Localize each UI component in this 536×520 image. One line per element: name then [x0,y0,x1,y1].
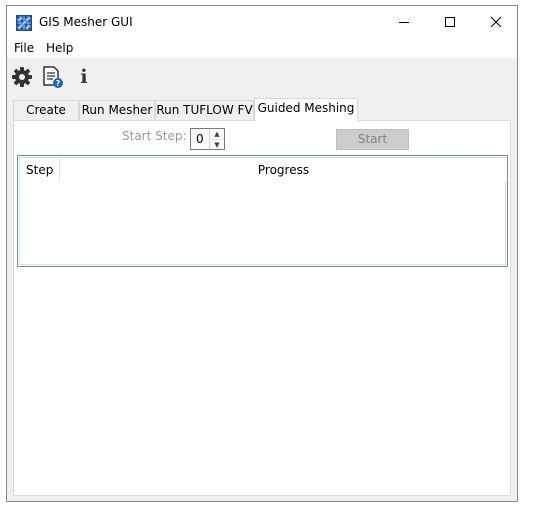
start-step-label: Start Step: [122,129,187,143]
guided-meshing-panel: Start Step: 0 ▲ ▼ Start Step Progress [13,120,511,496]
tab-label: Run TUFLOW FV [156,103,253,117]
start-step-value: 0 [196,132,204,146]
tab-label: Guided Meshing [257,101,355,115]
app-icon [16,15,32,31]
spin-buttons: ▲ ▼ [209,129,224,149]
title-bar[interactable]: GIS Mesher GUI [7,6,517,38]
settings-button[interactable] [10,65,34,89]
document-help-icon: ? [43,66,63,88]
chevron-down-icon: ▼ [214,141,220,149]
minimize-icon [399,22,409,23]
close-button[interactable] [473,6,519,38]
maximize-button[interactable] [427,6,473,38]
minimize-button[interactable] [381,6,427,38]
gear-icon [12,67,32,87]
tab-run-mesher[interactable]: Run Mesher [79,100,155,120]
info-icon: i [80,66,88,88]
spin-down-button[interactable]: ▼ [210,139,224,150]
toolbar: ? i [7,58,517,94]
svg-text:?: ? [56,79,61,88]
main-window: GIS Mesher GUI File Help ? i Create Run … [6,5,518,502]
about-button[interactable]: i [72,65,96,89]
help-document-button[interactable]: ? [41,65,65,89]
tab-run-tuflow-fv[interactable]: Run TUFLOW FV [155,100,254,120]
chevron-up-icon: ▲ [214,130,220,138]
tab-label: Run Mesher [81,103,153,117]
tab-create-gis[interactable]: Create GIS [13,100,79,136]
column-header-progress[interactable]: Progress [61,158,506,182]
progress-table-body: Step Progress [19,157,506,265]
menu-help[interactable]: Help [46,41,73,55]
window-title: GIS Mesher GUI [39,15,133,29]
menu-bar: File Help [7,38,517,58]
spin-up-button[interactable]: ▲ [210,129,224,139]
close-icon [491,17,501,27]
progress-table[interactable]: Step Progress [17,155,508,267]
start-step-spinbox[interactable]: 0 ▲ ▼ [190,128,225,150]
maximize-icon [445,17,455,27]
tab-guided-meshing[interactable]: Guided Meshing [254,98,358,121]
menu-file[interactable]: File [14,41,34,55]
start-button[interactable]: Start [336,129,409,150]
column-header-step[interactable]: Step [20,158,60,182]
